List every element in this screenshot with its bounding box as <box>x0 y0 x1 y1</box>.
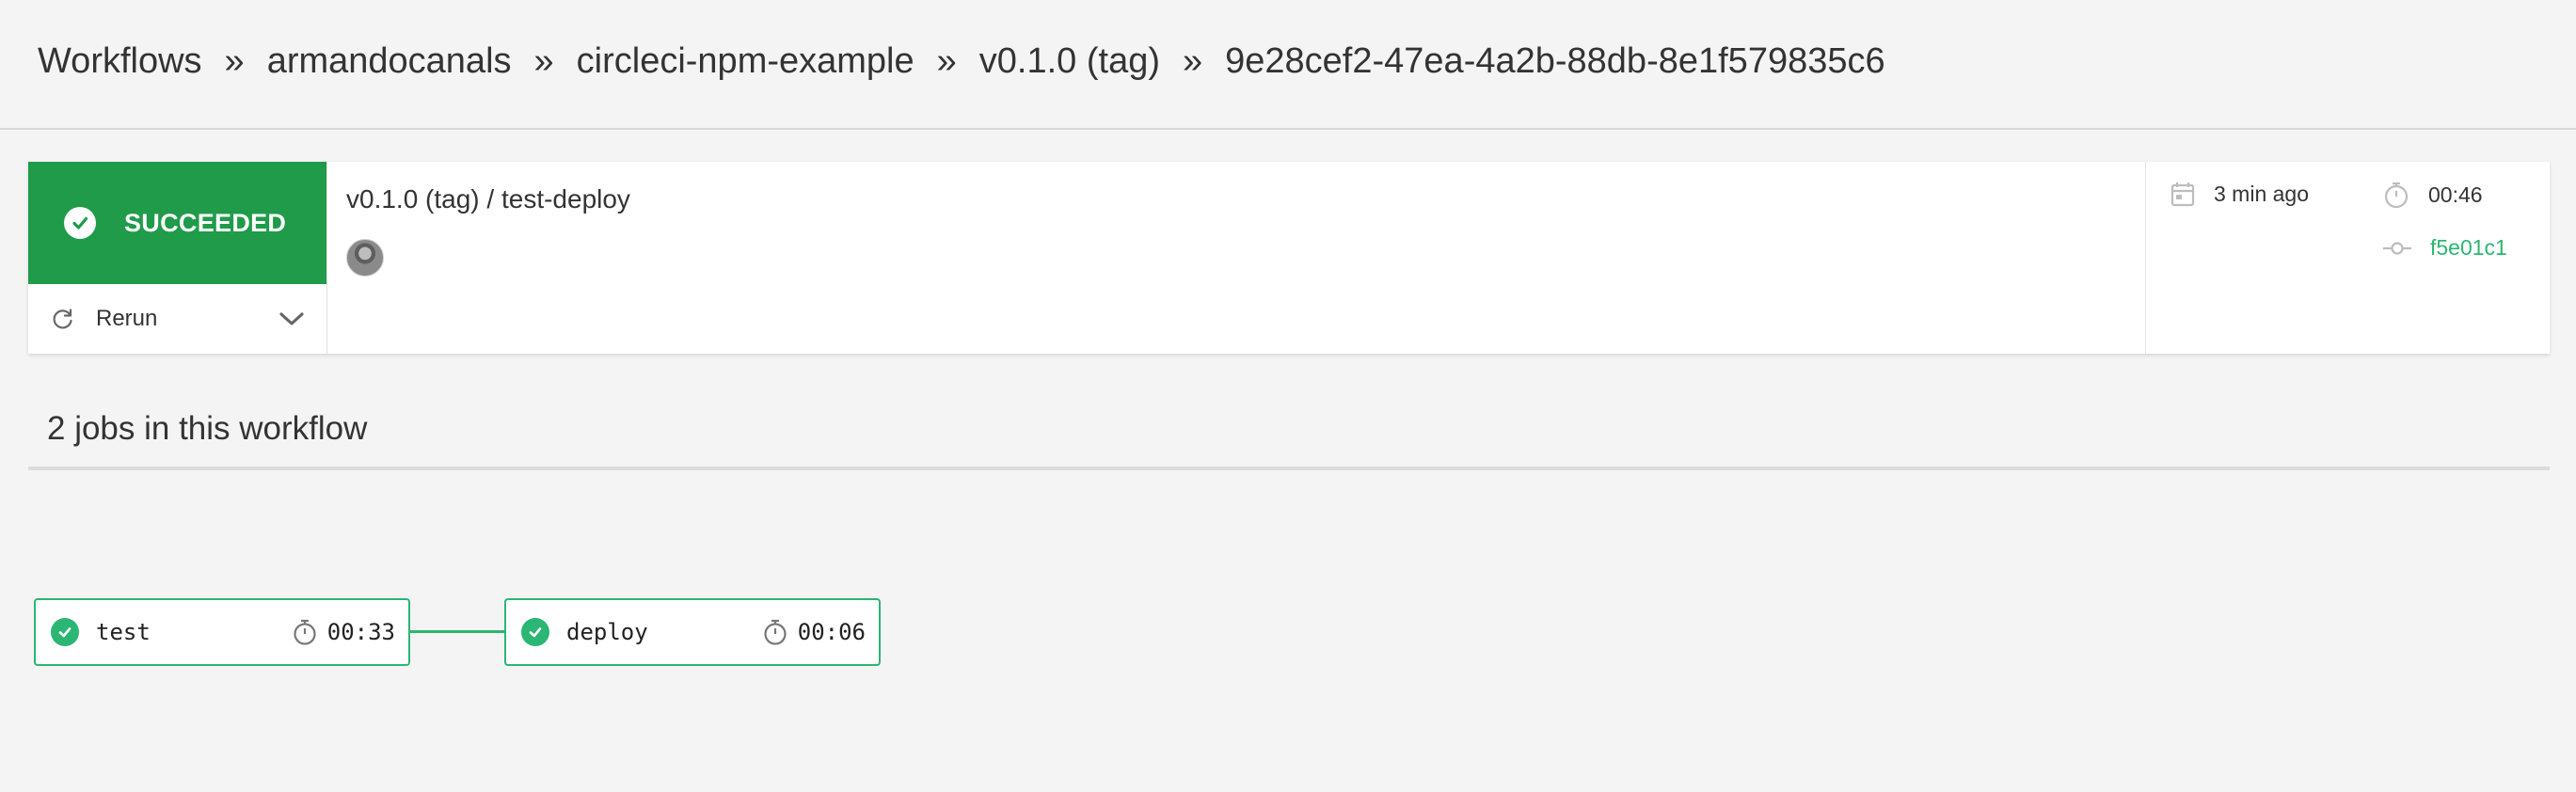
chevron-down-icon[interactable] <box>278 309 306 328</box>
divider <box>28 467 2550 470</box>
check-circle-icon <box>51 618 79 646</box>
breadcrumb-separator: » <box>224 41 245 81</box>
breadcrumb-project[interactable]: circleci-npm-example <box>577 41 914 82</box>
breadcrumb-separator: » <box>1183 41 1203 81</box>
started-time: 3 min ago <box>2171 181 2309 207</box>
workflow-name: v0.1.0 (tag) / test-deploy <box>346 184 630 214</box>
job-test[interactable]: test 00:33 <box>34 598 410 666</box>
job-duration: 00:06 <box>797 619 866 645</box>
job-duration: 00:33 <box>326 619 395 645</box>
check-circle-icon <box>521 618 549 646</box>
stopwatch-icon <box>762 618 788 646</box>
commit-info: f5e01c1 <box>2383 235 2507 261</box>
refresh-icon <box>51 307 75 331</box>
duration: 00:46 <box>2383 181 2483 209</box>
breadcrumb-separator: » <box>936 41 957 81</box>
breadcrumb-workflows[interactable]: Workflows <box>38 41 202 82</box>
breadcrumb-org[interactable]: armandocanals <box>267 41 512 82</box>
status-badge: SUCCEEDED <box>28 162 326 284</box>
duration-label: 00:46 <box>2428 182 2483 207</box>
calendar-icon <box>2171 181 2195 207</box>
jobs-heading: 2 jobs in this workflow <box>47 410 368 447</box>
status-column: SUCCEEDED Rerun <box>28 162 327 354</box>
job-deploy[interactable]: deploy 00:06 <box>504 598 881 666</box>
rerun-button[interactable]: Rerun <box>28 284 326 354</box>
breadcrumb: Workflows » armandocanals » circleci-npm… <box>38 41 1885 82</box>
check-circle-icon <box>64 207 96 239</box>
breadcrumb-tag[interactable]: v0.1.0 (tag) <box>979 41 1160 82</box>
workflow-meta: 3 min ago 00:46 f5e01c1 <box>2145 162 2550 354</box>
rerun-label: Rerun <box>96 306 158 331</box>
avatar[interactable] <box>346 239 384 277</box>
status-label: SUCCEEDED <box>124 208 287 237</box>
job-connector <box>410 630 504 633</box>
started-label: 3 min ago <box>2214 181 2310 206</box>
workflow-summary-card: SUCCEEDED Rerun v0.1.0 (tag) / test-depl… <box>28 162 2550 354</box>
commit-link[interactable]: f5e01c1 <box>2430 235 2507 261</box>
job-name: deploy <box>566 619 648 645</box>
page-header: Workflows » armandocanals » circleci-npm… <box>0 0 2576 130</box>
workflow-info: v0.1.0 (tag) / test-deploy <box>327 162 2145 354</box>
breadcrumb-workflow-id: 9e28cef2-47ea-4a2b-88db-8e1f579835c6 <box>1225 41 1885 81</box>
stopwatch-icon <box>292 618 318 646</box>
git-commit-icon <box>2383 239 2411 258</box>
job-name: test <box>96 619 151 645</box>
breadcrumb-separator: » <box>533 41 554 81</box>
stopwatch-icon <box>2383 181 2409 209</box>
